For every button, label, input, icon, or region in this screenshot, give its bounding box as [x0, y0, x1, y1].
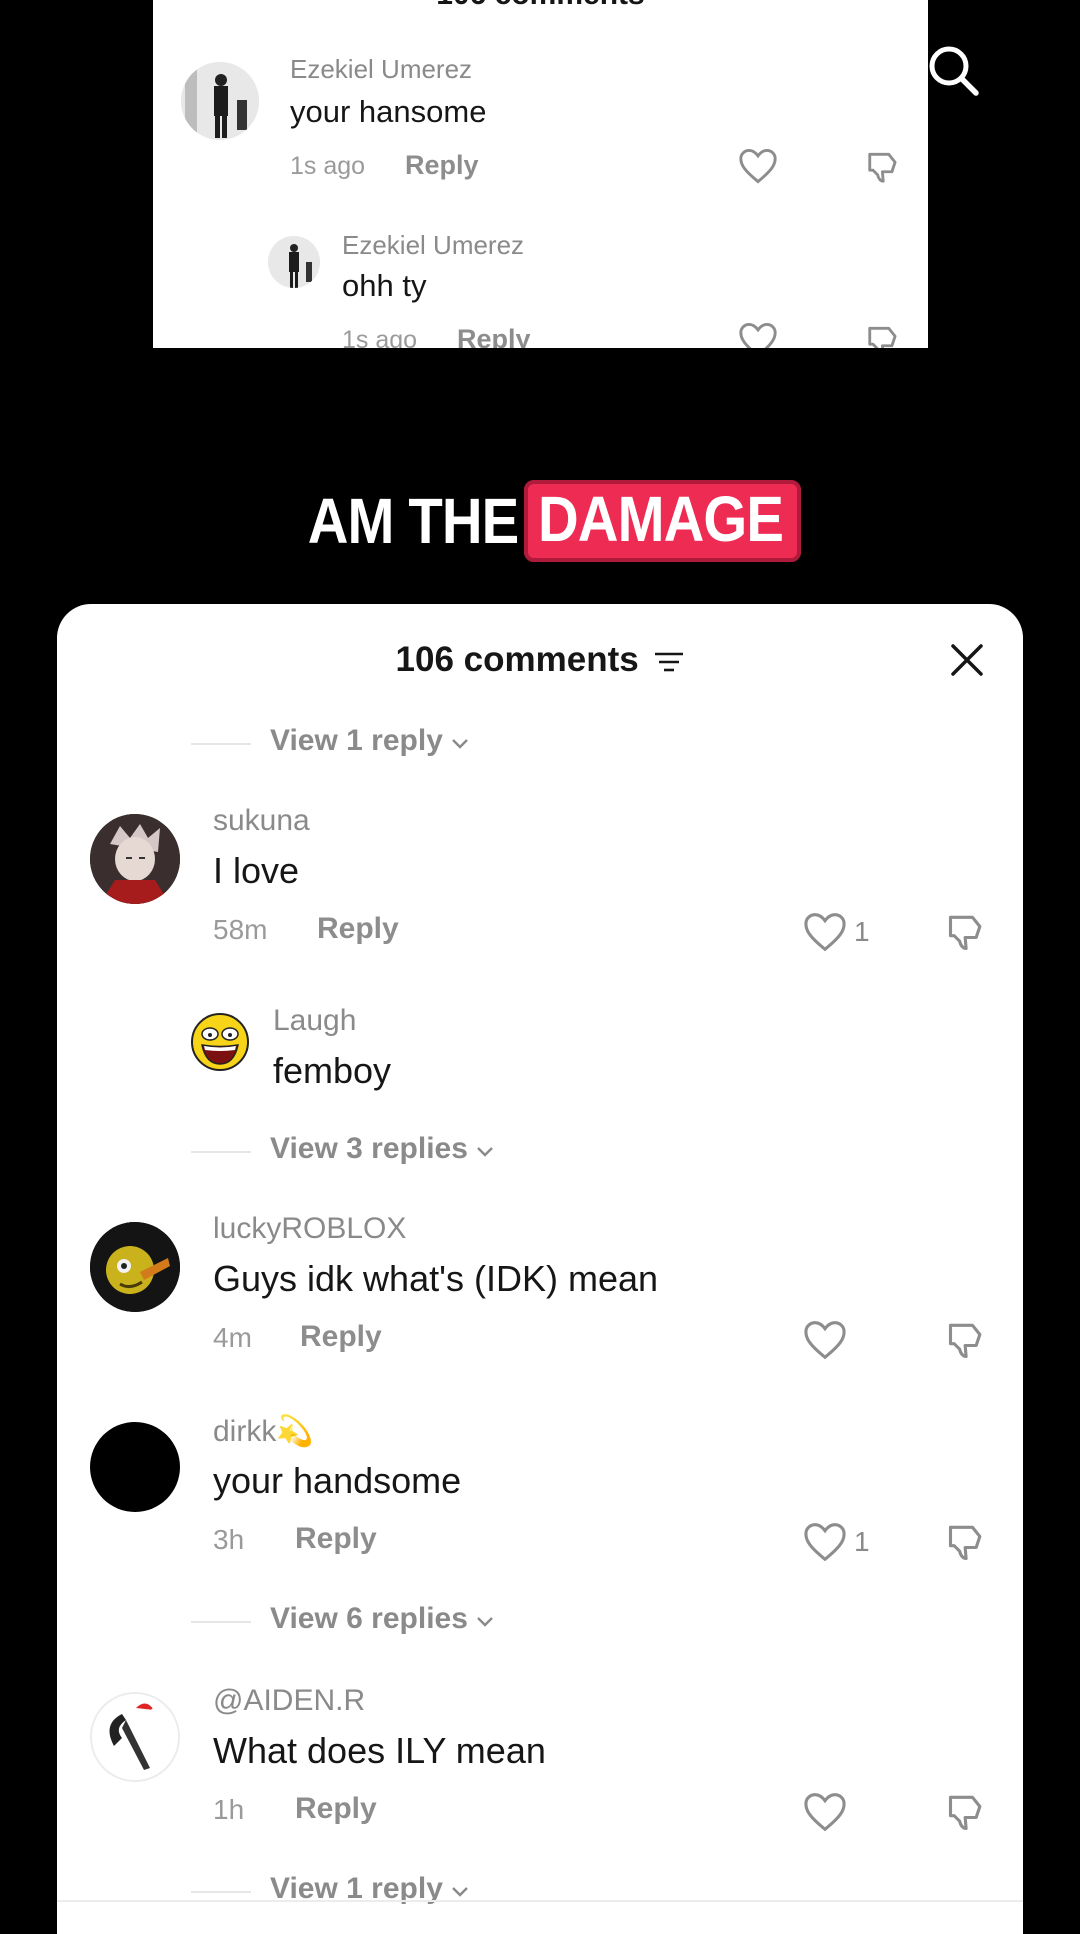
chevron-down-icon	[477, 1617, 494, 1627]
thread-line	[191, 1891, 251, 1893]
dislike-icon[interactable]	[945, 1318, 989, 1362]
heart-icon[interactable]	[803, 1792, 847, 1832]
like-count: 1	[854, 1526, 870, 1557]
reply-button[interactable]: Reply	[317, 912, 399, 946]
chevron-down-icon	[477, 1147, 494, 1157]
comment-text: I love	[213, 850, 300, 891]
comment-author[interactable]: Ezekiel Umerez	[290, 54, 472, 85]
name-emoji: 💫	[276, 1415, 314, 1448]
view-replies-button[interactable]: View 1 reply	[270, 724, 469, 758]
reply-button[interactable]: Reply	[295, 1522, 377, 1556]
reply-button[interactable]: Reply	[300, 1320, 382, 1354]
heart-icon[interactable]	[803, 1522, 847, 1562]
close-icon[interactable]	[947, 640, 987, 680]
caption-text: AM THE	[307, 485, 519, 557]
chevron-down-icon	[452, 1887, 469, 1897]
dislike-icon[interactable]	[945, 1790, 989, 1834]
embedded-comment-screenshot: 106 comments Ezekiel Umerez your hansome…	[153, 0, 928, 348]
avatar[interactable]	[90, 814, 180, 904]
comment-text: femboy	[273, 1050, 392, 1091]
avatar[interactable]	[90, 1692, 180, 1782]
comments-sheet: 106 comments View 1 reply sukuna I love …	[57, 604, 1023, 1934]
heart-icon[interactable]	[803, 912, 847, 952]
comment-text: your handsome	[213, 1460, 462, 1501]
search-icon[interactable]	[925, 42, 981, 98]
avatar	[268, 236, 320, 288]
dislike-icon[interactable]	[945, 1520, 989, 1564]
heart-icon[interactable]	[738, 148, 778, 184]
avatar[interactable]	[90, 1222, 180, 1312]
chevron-down-icon	[452, 739, 469, 749]
heart-icon[interactable]	[803, 1320, 847, 1360]
reply-button[interactable]: Reply	[405, 150, 479, 181]
header-partial: 106 comments	[153, 0, 928, 12]
reply-text: ohh ty	[342, 268, 427, 303]
thread-line	[191, 743, 251, 745]
filter-icon[interactable]	[654, 649, 684, 675]
comment-time: 58m	[213, 914, 268, 945]
comments-header: 106 comments	[57, 640, 1023, 680]
reply-button[interactable]: Reply	[457, 324, 531, 348]
video-caption: AM THE DAMAGE	[0, 474, 1080, 568]
comments-count: 106 comments	[395, 640, 639, 679]
reply-button[interactable]: Reply	[295, 1792, 377, 1826]
comment-time: 3h	[213, 1524, 245, 1555]
comment-text: What does ILY mean	[213, 1730, 546, 1771]
caption-highlight: DAMAGE	[524, 480, 801, 562]
dislike-icon[interactable]	[945, 910, 989, 954]
view-replies-button[interactable]: View 3 replies	[270, 1132, 494, 1166]
comment-author[interactable]: @AIDEN.R	[213, 1684, 365, 1718]
view-replies-button[interactable]: View 6 replies	[270, 1602, 494, 1636]
dislike-icon[interactable]	[865, 322, 903, 348]
comment-time: 1s ago	[290, 152, 366, 180]
comment-author[interactable]: sukuna	[213, 804, 310, 838]
divider	[57, 1900, 1023, 1902]
comment-author[interactable]: Laugh	[273, 1004, 356, 1038]
reply-time: 1s ago	[342, 326, 418, 348]
comment-author[interactable]: luckyROBLOX	[213, 1212, 406, 1246]
comment-time: 1h	[213, 1794, 245, 1825]
thread-line	[191, 1151, 251, 1153]
dislike-icon[interactable]	[865, 148, 903, 186]
avatar[interactable]	[90, 1422, 180, 1512]
like-count: 1	[854, 916, 870, 947]
avatar[interactable]	[190, 1012, 250, 1072]
comment-text: your hansome	[290, 94, 487, 129]
reply-author[interactable]: Ezekiel Umerez	[342, 230, 524, 261]
comment-time: 4m	[213, 1322, 252, 1353]
avatar	[181, 62, 259, 140]
thread-line	[191, 1621, 251, 1623]
comment-author[interactable]: dirkk💫	[213, 1414, 314, 1449]
heart-icon[interactable]	[738, 322, 778, 348]
comment-text: Guys idk what's (IDK) mean	[213, 1258, 659, 1299]
